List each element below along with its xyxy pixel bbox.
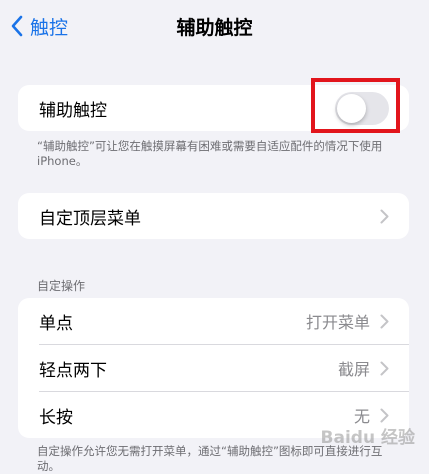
customize-top-menu-label: 自定顶层菜单	[39, 208, 141, 229]
highlight-box	[311, 78, 400, 133]
chevron-right-icon	[380, 209, 389, 223]
chevron-right-icon	[380, 314, 389, 328]
custom-actions-header: 自定操作	[37, 279, 86, 293]
double-tap-label: 轻点两下	[39, 360, 107, 381]
double-tap-value: 截屏	[337, 360, 370, 379]
single-tap-value: 打开菜单	[305, 313, 370, 332]
watermark: Baidu 经验	[320, 428, 415, 448]
double-tap-row[interactable]: 轻点两下 截屏	[18, 345, 409, 391]
navigation-bar: 触控 辅助触控	[0, 0, 429, 52]
custom-actions-card: 单点 打开菜单 轻点两下 截屏 长按 无	[18, 298, 409, 438]
chevron-right-icon	[380, 408, 389, 422]
page-title: 辅助触控	[176, 17, 253, 39]
single-tap-label: 单点	[39, 313, 73, 334]
custom-actions-footnote: 自定操作允许您无需打开菜单，通过“辅助触控”图标即可直接进行互动。	[37, 444, 383, 473]
long-press-label: 长按	[39, 407, 73, 428]
customize-top-menu-row[interactable]: 自定顶层菜单	[18, 193, 409, 239]
assistive-touch-label: 辅助触控	[39, 100, 107, 121]
top-menu-card: 自定顶层菜单	[18, 193, 409, 239]
assistive-touch-footnote: “辅助触控”可让您在触摸屏幕有困难或需要自适应配件的情况下使用iPhone。	[37, 139, 383, 168]
single-tap-row[interactable]: 单点 打开菜单	[18, 298, 409, 344]
chevron-right-icon	[380, 361, 389, 375]
